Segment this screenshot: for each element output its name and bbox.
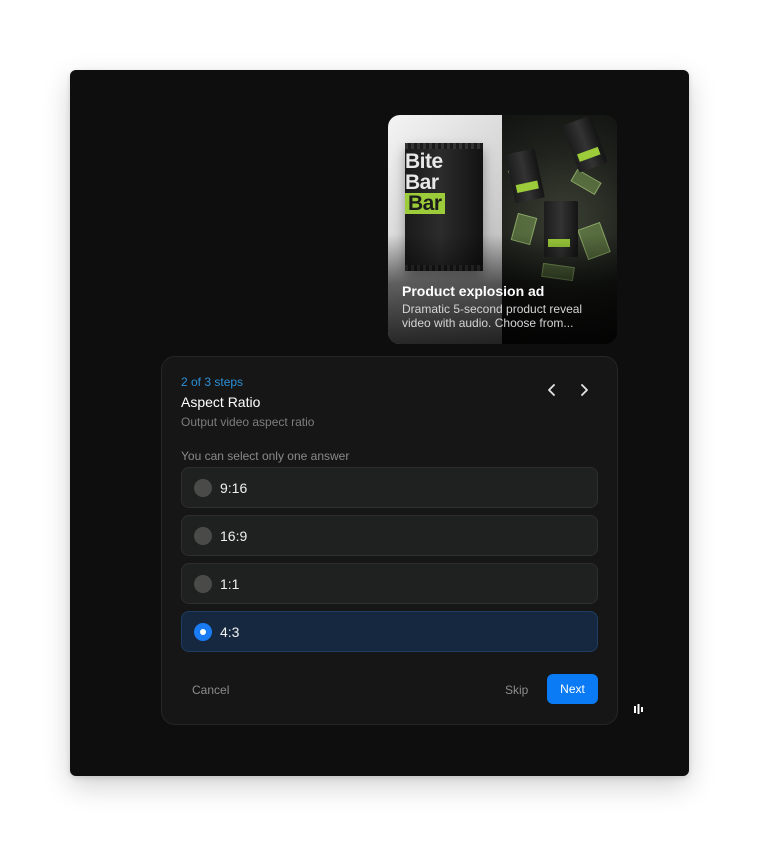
cancel-button[interactable]: Cancel [192, 683, 229, 697]
option-9-16[interactable]: 9:16 [181, 467, 598, 508]
option-16-9[interactable]: 16:9 [181, 515, 598, 556]
radio-button-selected[interactable] [194, 623, 212, 641]
chevron-left-icon [548, 384, 555, 396]
pack-logo: Bite Bar Bar [405, 150, 445, 215]
previous-step-button[interactable] [543, 381, 561, 399]
selection-hint: You can select only one answer [181, 449, 350, 463]
question-title: Aspect Ratio [181, 394, 261, 410]
shard-graphic [570, 168, 602, 196]
option-label: 9:16 [220, 480, 248, 496]
question-subtitle: Output video aspect ratio [181, 415, 315, 429]
option-1-1[interactable]: 1:1 [181, 563, 598, 604]
preview-card[interactable]: Bite Bar Bar Product explosion ad Dramat… [388, 115, 617, 344]
radio-button[interactable] [194, 527, 212, 545]
app-logo-icon [634, 704, 643, 714]
card-description: Dramatic 5-second product reveal video w… [402, 302, 583, 330]
mini-pack-graphic [562, 115, 608, 173]
step-indicator: 2 of 3 steps [181, 375, 244, 389]
skip-button[interactable]: Skip [505, 683, 528, 697]
next-step-nav-button[interactable] [575, 381, 593, 399]
mini-pack-graphic [505, 148, 545, 204]
question-panel: 2 of 3 steps Aspect Ratio Output video a… [161, 356, 618, 725]
chevron-right-icon [581, 384, 588, 396]
option-label: 16:9 [220, 528, 248, 544]
option-label: 1:1 [220, 576, 240, 592]
radio-button[interactable] [194, 575, 212, 593]
next-button[interactable]: Next [547, 674, 598, 704]
option-4-3[interactable]: 4:3 [181, 611, 598, 652]
radio-button[interactable] [194, 479, 212, 497]
card-title: Product explosion ad [402, 283, 545, 299]
option-list: 9:16 16:9 1:1 4:3 [181, 467, 598, 659]
option-label: 4:3 [220, 624, 240, 640]
app-window: Bite Bar Bar Product explosion ad Dramat… [70, 70, 689, 776]
